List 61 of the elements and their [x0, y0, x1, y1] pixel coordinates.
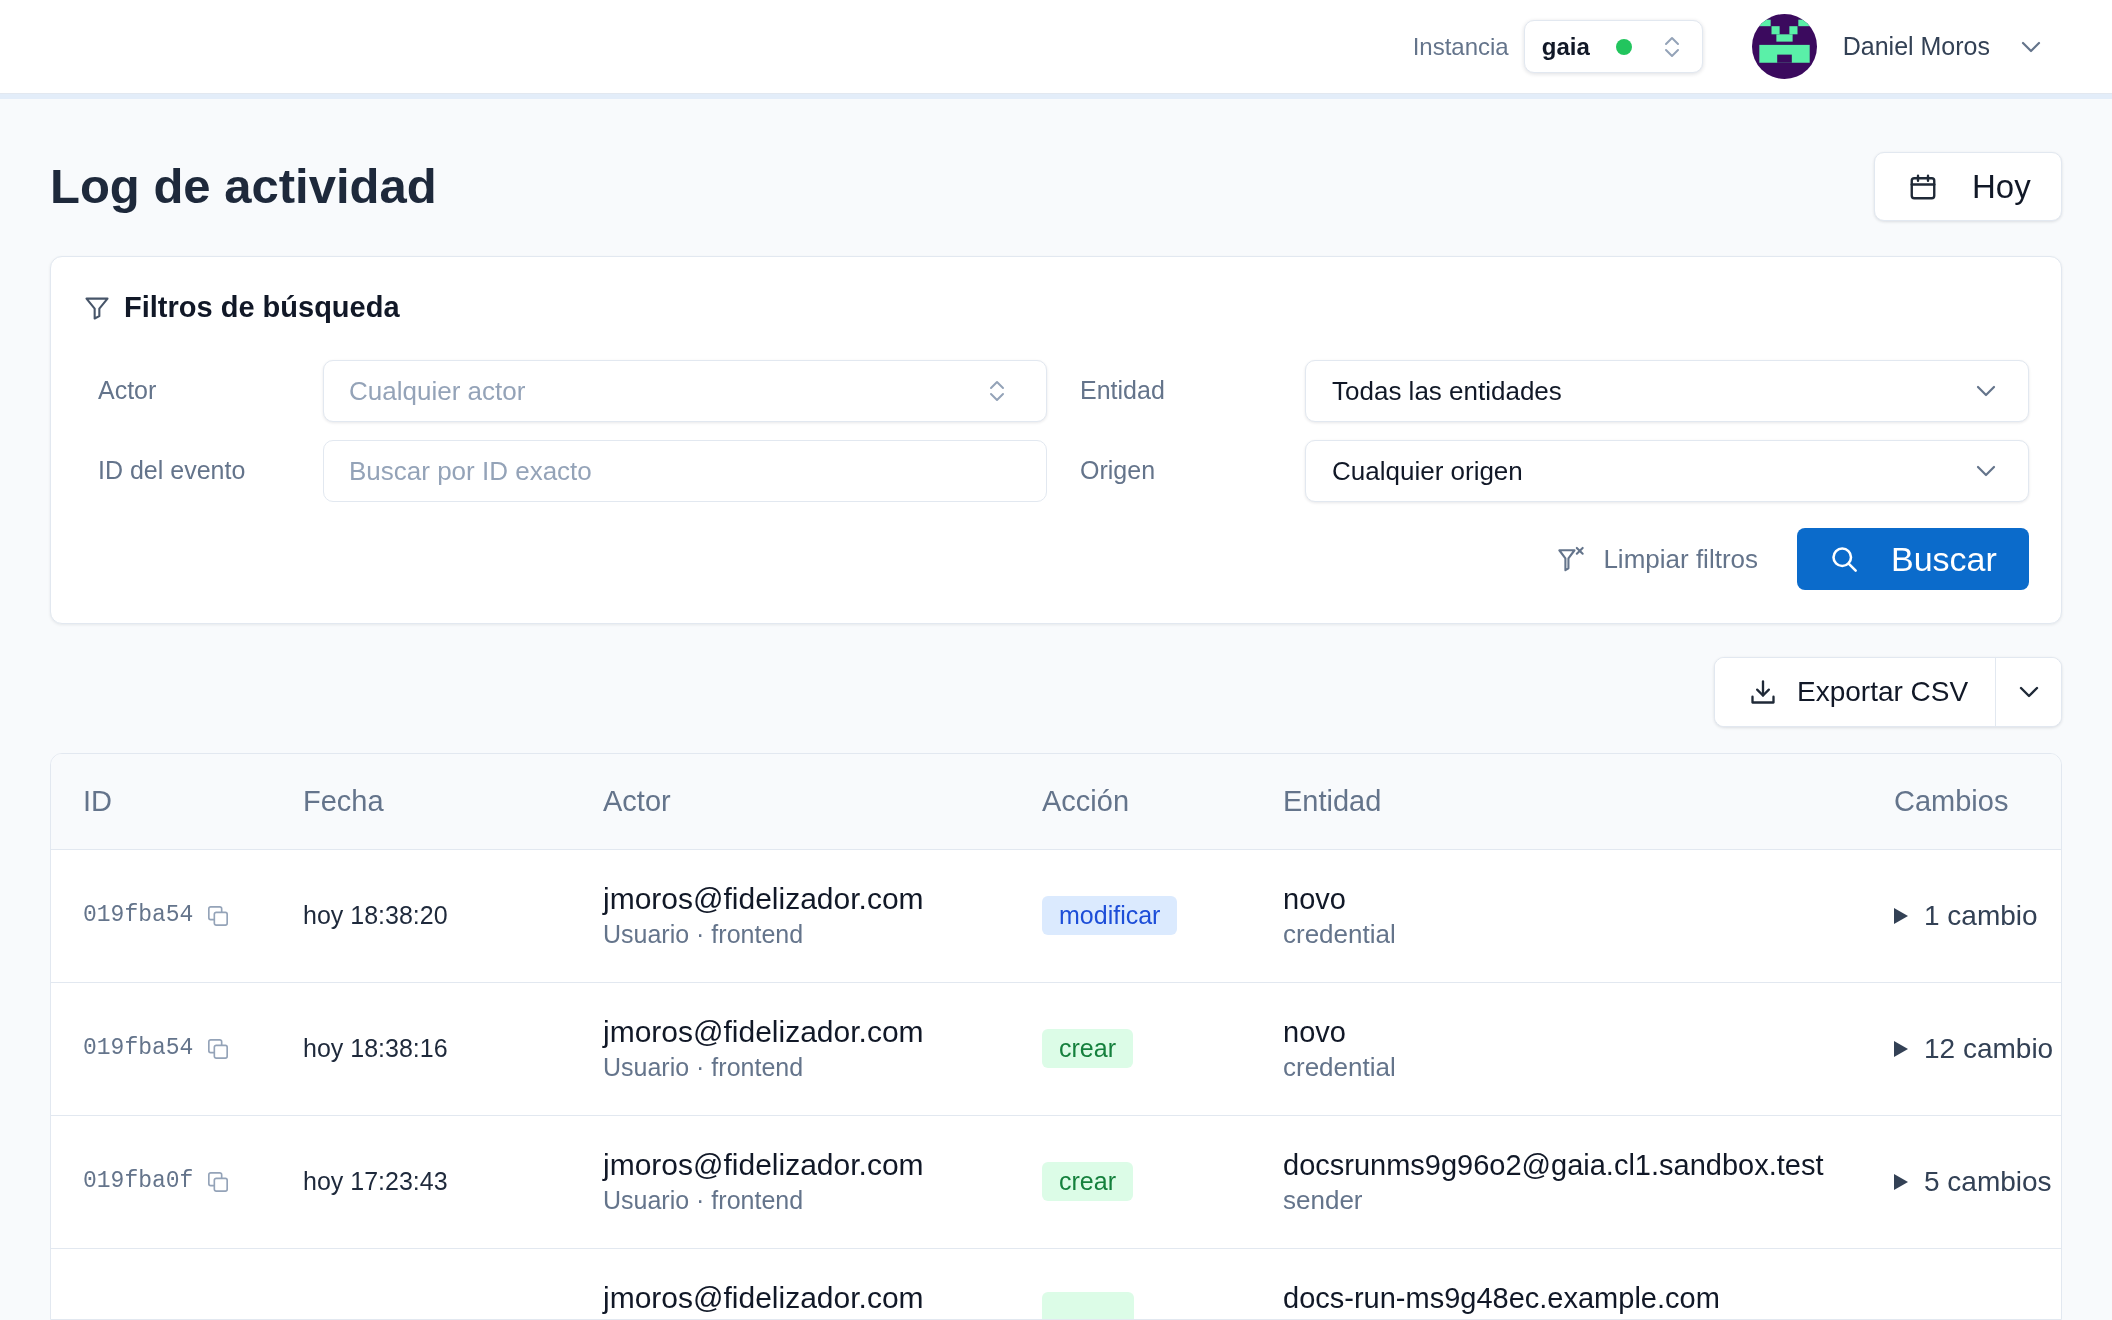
chevron-down-icon — [2021, 40, 2041, 53]
entity-type: credential — [1283, 1050, 1397, 1084]
event-id-field[interactable]: Buscar por ID exacto — [323, 440, 1047, 502]
actor-detail: Usuario · frontend — [603, 1051, 805, 1083]
download-icon — [1749, 678, 1777, 706]
entity-name: novo — [1283, 881, 1347, 917]
actor-combobox[interactable]: Cualquier actor — [323, 360, 1047, 422]
entity-type: sender — [1283, 1183, 1364, 1217]
instance-select[interactable]: gaia — [1523, 20, 1703, 73]
column-header: Actor — [603, 784, 671, 817]
field-label: Actor — [97, 375, 158, 407]
clear-filters-button[interactable]: Limpiar filtros — [1557, 539, 1758, 579]
filters-title: Filtros de búsqueda — [124, 290, 400, 326]
field-label: ID del evento — [97, 455, 247, 487]
dropdown-select[interactable]: Cualquier origen — [1305, 440, 2029, 502]
entity-name: novo — [1283, 1014, 1347, 1050]
column-header: Acción — [1042, 784, 1130, 817]
dropdown-select[interactable]: Todas las entidades — [1305, 360, 2029, 422]
chevron-down-icon — [1976, 465, 1996, 477]
copy-icon[interactable] — [207, 904, 230, 927]
field-label: Origen — [1079, 455, 1157, 487]
event-date: hoy 18:38:20 — [303, 900, 448, 929]
search-button[interactable]: Buscar — [1797, 528, 2029, 590]
copy-icon[interactable] — [207, 1037, 230, 1060]
up-down-chevron-icon — [1663, 34, 1680, 59]
column-header: Fecha — [303, 784, 384, 817]
event-date: hoy 18:38:16 — [303, 1033, 448, 1062]
search-icon — [1830, 545, 1858, 573]
user-menu-button[interactable]: Daniel Moros — [1751, 14, 2041, 79]
chevron-down-icon — [1976, 385, 1996, 397]
changes-toggle[interactable]: 1 cambio — [1894, 894, 2038, 937]
entity-name: docs-run-ms9g48ec.example.com — [1283, 1280, 1721, 1316]
actor-email: jmoros@fidelizador.com — [603, 1013, 925, 1050]
entity-type: credential — [1283, 917, 1397, 951]
field-label: Entidad — [1079, 375, 1166, 407]
event-id: 019fba54 — [83, 901, 194, 931]
entity-name: docsrunms9g96o2@gaia.cl1.sandbox.test — [1283, 1147, 1825, 1183]
up-down-chevron-icon — [989, 379, 1005, 403]
page-title: Log de actividad — [50, 157, 437, 215]
column-header: Cambios — [1894, 784, 2009, 817]
filter-clear-icon — [1557, 545, 1586, 573]
date-button[interactable]: Hoy — [1874, 152, 2062, 221]
actor-detail: Usuario · frontend — [603, 1184, 805, 1216]
action-badge: crear — [1042, 1162, 1133, 1201]
actor-email: jmoros@fidelizador.com — [603, 1279, 925, 1316]
event-date: hoy 17:23:43 — [303, 1166, 448, 1195]
actor-email: jmoros@fidelizador.com — [603, 1146, 925, 1183]
actor-detail: Usuario · frontend — [603, 918, 805, 950]
actor-email: jmoros@fidelizador.com — [603, 880, 925, 917]
export-csv-button[interactable]: Exportar CSV — [1715, 658, 1995, 726]
changes-toggle[interactable]: 12 cambio — [1894, 1027, 2054, 1070]
copy-icon[interactable] — [207, 1170, 230, 1193]
event-id: 019fba54 — [83, 1034, 194, 1064]
action-badge: modificar — [1042, 896, 1178, 935]
chevron-down-icon — [2018, 686, 2039, 698]
changes-toggle[interactable]: 5 cambios — [1894, 1160, 2052, 1203]
instance-label: Instancia — [1412, 31, 1509, 62]
action-badge: crear — [1042, 1029, 1133, 1068]
column-header: Entidad — [1283, 784, 1382, 817]
column-header: ID — [83, 784, 112, 817]
event-id: 019fba0f — [83, 1167, 194, 1197]
